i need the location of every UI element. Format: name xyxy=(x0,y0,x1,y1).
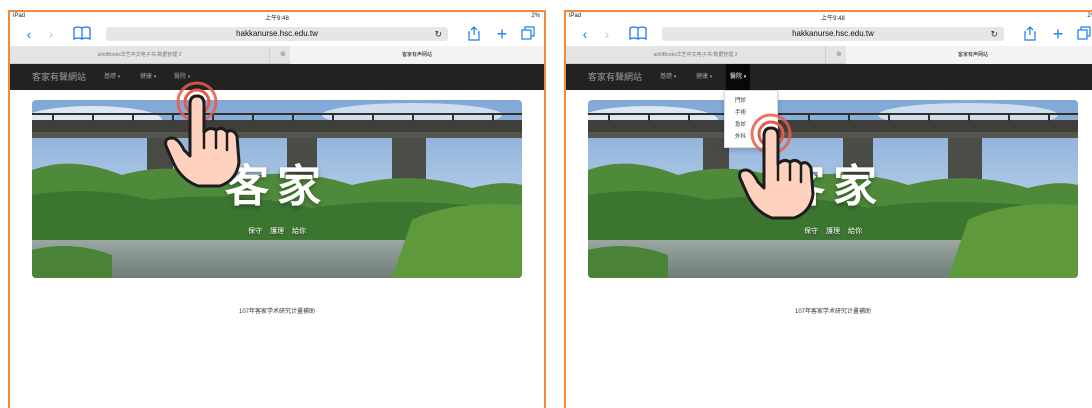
site-brand[interactable]: 客家有聲網站 xyxy=(588,64,642,90)
add-tab-icon[interactable]: + xyxy=(1050,25,1066,43)
site-navbar: 客家有聲網站 基礎 ▾ 健康 ▾ 醫院 ▾ xyxy=(566,64,1092,90)
browser-tab-2[interactable]: 客家有声网站 xyxy=(290,46,544,64)
add-tab-icon[interactable]: + xyxy=(494,25,510,43)
browser-tab-1[interactable]: airitiBooks华艺中文电子书-数据管理 2 xyxy=(566,46,826,64)
bookmarks-icon[interactable] xyxy=(628,26,648,42)
battery-level: 2% xyxy=(531,13,540,19)
browser-toolbar: ‹ › hakkanurse.hsc.edu.tw ↻ + xyxy=(566,22,1092,46)
hero-banner: 客家 保守 護理 給你 xyxy=(32,100,522,278)
nav-dropdown-menu: 門診 手術 急診 外科 xyxy=(724,90,778,148)
browser-toolbar: ‹ › hakkanurse.hsc.edu.tw ↻ + xyxy=(10,22,544,46)
address-bar[interactable]: hakkanurse.hsc.edu.tw ↻ xyxy=(106,27,448,41)
reload-icon[interactable]: ↻ xyxy=(990,27,998,41)
hero-link-2[interactable]: 護理 xyxy=(826,228,840,235)
footer-text: 107年客家学术研究计畫補助 xyxy=(238,309,315,315)
hero-links: 保守 護理 給你 xyxy=(32,226,522,236)
footer-text: 107年客家学术研究计畫補助 xyxy=(794,309,871,315)
screenshot-panel-right: iPad 上午9:48 2% ‹ › hakkanurse.hsc.edu.tw… xyxy=(564,10,1092,408)
dropdown-item-2[interactable]: 手術 xyxy=(725,107,777,119)
share-icon[interactable] xyxy=(466,26,482,42)
hero-title: 客家 xyxy=(781,161,885,212)
dropdown-item-4[interactable]: 外科 xyxy=(725,131,777,143)
status-time: 上午9:48 xyxy=(265,16,289,22)
tabs-icon[interactable] xyxy=(520,26,536,42)
caret-down-icon: ▾ xyxy=(743,74,747,80)
reload-icon[interactable]: ↻ xyxy=(434,27,442,41)
forward-icon[interactable]: › xyxy=(600,26,614,42)
status-bar: iPad 上午9:48 2% xyxy=(566,12,1092,22)
back-icon[interactable]: ‹ xyxy=(578,26,592,42)
hero-link-3[interactable]: 給你 xyxy=(292,228,306,235)
caret-down-icon: ▾ xyxy=(709,74,713,80)
hero-links: 保守 護理 給你 xyxy=(588,226,1078,236)
tab-strip: airitiBooks华艺中文电子书-数据管理 2 ⊗ 客家有声网站 xyxy=(566,46,1092,64)
battery-level: 2% xyxy=(1087,13,1092,19)
site-navbar: 客家有聲網站 基礎 ▾ 健康 ▾ 醫院 ▾ xyxy=(10,64,544,90)
caret-down-icon: ▾ xyxy=(187,74,191,80)
bookmarks-icon[interactable] xyxy=(72,26,92,42)
caret-down-icon: ▾ xyxy=(673,74,677,80)
hero-link-1[interactable]: 保守 xyxy=(804,228,818,235)
tab-strip: airitiBooks华艺中文电子书-数据管理 2 ⊗ 客家有声网站 xyxy=(10,46,544,64)
url-text: hakkanurse.hsc.edu.tw xyxy=(236,29,318,38)
close-icon[interactable]: ⊗ xyxy=(280,46,286,64)
nav-item-3[interactable]: 醫院 ▾ xyxy=(170,64,194,90)
status-time: 上午9:48 xyxy=(821,16,845,22)
dropdown-item-1[interactable]: 門診 xyxy=(725,95,777,107)
nav-item-2[interactable]: 健康 ▾ xyxy=(692,64,716,90)
site-brand[interactable]: 客家有聲網站 xyxy=(32,64,86,90)
caret-down-icon: ▾ xyxy=(153,74,157,80)
tabs-icon[interactable] xyxy=(1076,26,1092,42)
share-icon[interactable] xyxy=(1022,26,1038,42)
nav-item-2[interactable]: 健康 ▾ xyxy=(136,64,160,90)
hero-link-1[interactable]: 保守 xyxy=(248,228,262,235)
back-icon[interactable]: ‹ xyxy=(22,26,36,42)
nav-item-3[interactable]: 醫院 ▾ xyxy=(726,64,751,90)
hero-link-3[interactable]: 給你 xyxy=(848,228,862,235)
browser-tab-2[interactable]: 客家有声网站 xyxy=(846,46,1092,64)
status-bar: iPad 上午9:48 2% xyxy=(10,12,544,22)
caret-down-icon: ▾ xyxy=(117,74,121,80)
nav-item-1[interactable]: 基礎 ▾ xyxy=(656,64,680,90)
forward-icon[interactable]: › xyxy=(44,26,58,42)
screenshot-panel-left: iPad 上午9:48 2% ‹ › hakkanurse.hsc.edu.tw… xyxy=(8,10,546,408)
url-text: hakkanurse.hsc.edu.tw xyxy=(792,29,874,38)
address-bar[interactable]: hakkanurse.hsc.edu.tw ↻ xyxy=(662,27,1004,41)
hero-banner: 客家 保守 護理 給你 xyxy=(588,100,1078,278)
close-icon[interactable]: ⊗ xyxy=(836,46,842,64)
dropdown-item-3[interactable]: 急診 xyxy=(725,119,777,131)
hero-link-2[interactable]: 護理 xyxy=(270,228,284,235)
nav-item-1[interactable]: 基礎 ▾ xyxy=(100,64,124,90)
browser-tab-1[interactable]: airitiBooks华艺中文电子书-数据管理 2 xyxy=(10,46,270,64)
hero-title: 客家 xyxy=(225,161,329,212)
